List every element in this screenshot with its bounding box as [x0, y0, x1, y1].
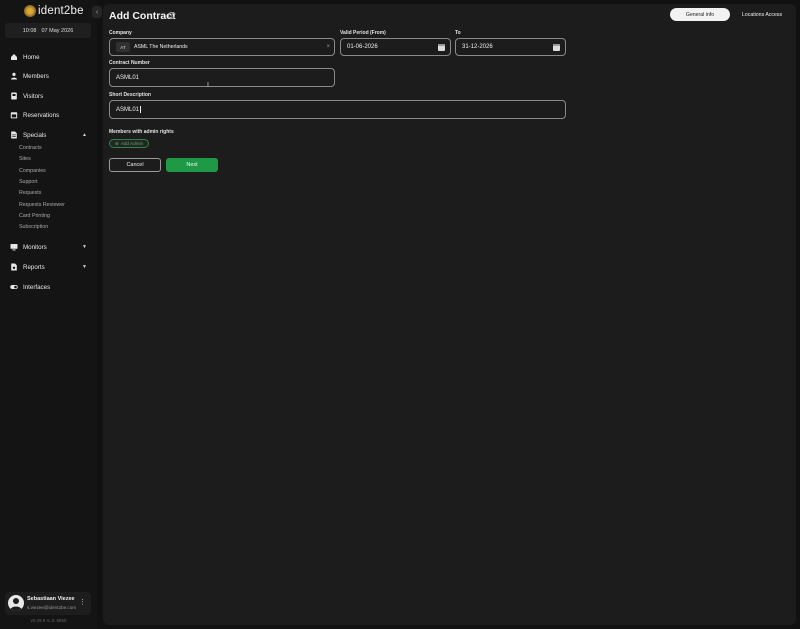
info-icon[interactable]: i	[168, 12, 175, 19]
sidebar-item-monitors[interactable]: Monitors ▼	[10, 241, 92, 253]
sidebar-item-label: Home	[23, 53, 40, 61]
sidebar-subitem-requests-reviewer[interactable]: Requests Reviewer	[19, 202, 65, 208]
short-description-field[interactable]: ASML01	[109, 100, 566, 119]
sidebar-item-home[interactable]: Home	[10, 51, 92, 63]
current-date: 07 May 2026	[41, 27, 74, 34]
sidebar-item-visitors[interactable]: Visitors	[10, 90, 92, 102]
date-time-display: 10:08 07 May 2026	[5, 23, 91, 38]
company-label: Company	[109, 30, 132, 36]
contract-number-label: Contract Number	[109, 60, 150, 66]
sidebar-subitem-subscription[interactable]: Subscription	[19, 224, 48, 230]
plus-circle-icon: ⊕	[114, 140, 119, 146]
sidebar-item-label: Visitors	[23, 92, 44, 100]
badge-icon	[10, 92, 18, 100]
sidebar-item-label: Members	[23, 72, 49, 80]
current-time: 10:08	[22, 27, 37, 34]
cancel-button[interactable]: Cancel	[109, 158, 161, 172]
page-title: Add Contract	[109, 10, 176, 22]
sidebar-item-interfaces[interactable]: Interfaces	[10, 281, 92, 293]
company-select[interactable]: AT ASML The Netherlands ×	[109, 38, 335, 56]
text-caret	[140, 106, 141, 113]
sidebar-subitem-support[interactable]: Support	[19, 179, 38, 185]
more-options-icon[interactable]: ⋮	[79, 598, 86, 606]
sidebar-subitem-requests[interactable]: Requests	[19, 190, 41, 196]
tab-locations-access[interactable]: Locations Access	[733, 8, 791, 21]
report-icon	[10, 263, 18, 271]
valid-to-value: 31-12-2026	[462, 44, 493, 50]
calendar-icon	[10, 111, 18, 119]
valid-to-date-field[interactable]: 31-12-2026	[455, 38, 566, 56]
valid-from-label: Valid Period (From)	[340, 30, 386, 36]
to-label: To	[455, 30, 461, 36]
chevron-up-icon: ▲	[82, 132, 87, 138]
tab-general-info[interactable]: General info	[670, 8, 730, 21]
sidebar-item-label: Reservations	[23, 111, 60, 119]
sidebar-item-reservations[interactable]: Reservations	[10, 109, 92, 121]
logo-icon	[24, 5, 36, 17]
sidebar-subitem-card-printing[interactable]: Card Printing	[19, 213, 50, 219]
sidebar-item-specials[interactable]: Specials ▲	[10, 129, 92, 141]
valid-from-value: 01-06-2026	[347, 44, 378, 50]
sidebar-item-label: Reports	[23, 263, 45, 271]
next-button[interactable]: Next	[166, 158, 218, 172]
avatar	[8, 595, 24, 611]
toggle-icon	[10, 283, 18, 291]
sidebar-item-label: Specials	[23, 131, 47, 139]
chevron-down-icon: ▼	[82, 244, 87, 250]
valid-from-date-field[interactable]: 01-06-2026	[340, 38, 451, 56]
main-panel: Add Contract i General info Locations Ac…	[103, 4, 796, 625]
app-logo[interactable]: ident2be	[24, 4, 84, 18]
short-description-label: Short Description	[109, 92, 151, 98]
monitor-icon	[10, 243, 18, 251]
contract-number-value: ASML01	[116, 74, 140, 81]
admins-label: Members with admin rights	[109, 129, 174, 135]
sidebar-item-reports[interactable]: Reports ▼	[10, 261, 92, 273]
logo-text: ident2be	[38, 5, 84, 17]
add-admin-button[interactable]: ⊕ Add Admin	[109, 139, 149, 148]
sidebar-item-label: Interfaces	[23, 283, 51, 291]
chevron-down-icon: ▼	[82, 264, 87, 270]
user-name: Sebastiaan Viezee	[27, 596, 75, 602]
clear-icon[interactable]: ×	[326, 44, 330, 50]
sidebar: ident2be 10:08 07 May 2026 Home Members …	[0, 0, 97, 629]
user-profile-card[interactable]: Sebastiaan Viezee s.viezee@ident2be.com …	[5, 592, 91, 615]
text-cursor-icon: I	[207, 82, 209, 89]
chevron-left-icon: ‹	[95, 8, 99, 16]
file-icon	[10, 131, 18, 139]
company-code-chip: AT	[116, 42, 130, 52]
company-value: ASML The Netherlands	[134, 44, 188, 50]
add-admin-label: Add Admin	[120, 141, 144, 146]
collapse-sidebar-button[interactable]: ‹	[92, 6, 102, 18]
home-icon	[10, 53, 18, 61]
sidebar-item-label: Monitors	[23, 243, 47, 251]
calendar-icon[interactable]	[553, 44, 560, 51]
short-description-value: ASML01	[116, 106, 140, 113]
sidebar-item-members[interactable]: Members	[10, 70, 92, 82]
app-version: v0.29.9 rc.3: 5858	[30, 618, 67, 623]
sidebar-subitem-contracts[interactable]: Contracts	[19, 145, 42, 151]
calendar-icon[interactable]	[438, 44, 445, 51]
person-icon	[10, 72, 18, 80]
user-email: s.viezee@ident2be.com	[27, 605, 77, 610]
sidebar-subitem-companies[interactable]: Companies	[19, 168, 46, 174]
contract-number-field[interactable]: ASML01	[109, 68, 335, 87]
sidebar-subitem-sites[interactable]: Sites	[19, 156, 31, 162]
